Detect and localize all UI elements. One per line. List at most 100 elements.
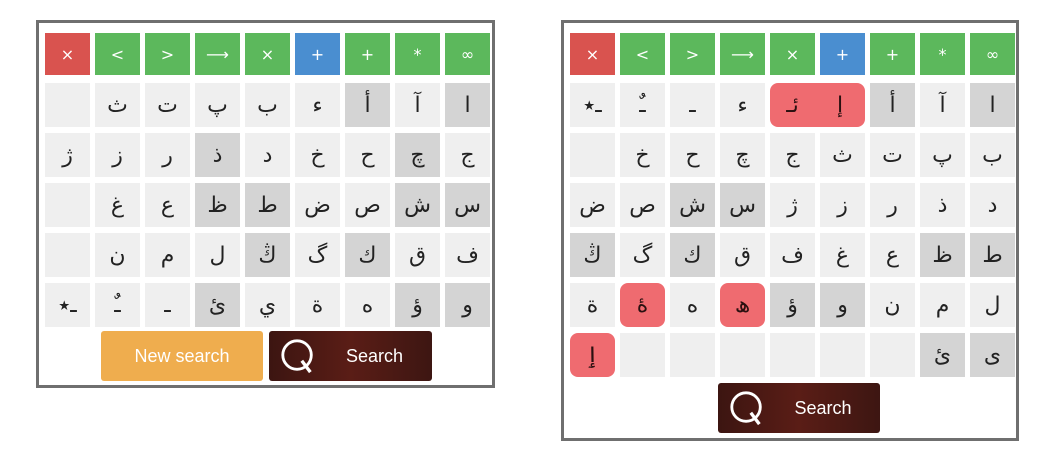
letter-key[interactable]: ـ	[670, 83, 715, 127]
remove-button[interactable]: ×	[245, 33, 290, 75]
letter-key[interactable]: ض	[570, 183, 615, 227]
letter-key[interactable]: ذ	[920, 183, 965, 227]
letter-key[interactable]: م	[920, 283, 965, 327]
letter-key[interactable]: پ	[195, 83, 240, 127]
letter-key[interactable]: ٳ	[570, 333, 615, 377]
letter-key[interactable]: ه	[345, 283, 390, 327]
letter-key[interactable]: چ	[395, 133, 440, 177]
letter-key[interactable]: خ	[295, 133, 340, 177]
letter-key[interactable]: ة	[295, 283, 340, 327]
letter-key[interactable]: ل	[970, 283, 1015, 327]
letter-key[interactable]: ر	[870, 183, 915, 227]
letter-key[interactable]: گ	[620, 233, 665, 277]
letter-key[interactable]: ؤ	[395, 283, 440, 327]
letter-key[interactable]: ص	[345, 183, 390, 227]
letter-key[interactable]: ث	[820, 133, 865, 177]
letter-key[interactable]: و	[820, 283, 865, 327]
next-button[interactable]: >	[145, 33, 190, 75]
letter-key[interactable]: ع	[870, 233, 915, 277]
letter-key[interactable]: ق	[395, 233, 440, 277]
new-search-button[interactable]: New search	[101, 331, 263, 381]
letter-key[interactable]: د	[245, 133, 290, 177]
letter-key[interactable]: آ	[395, 83, 440, 127]
letter-key[interactable]: ل	[195, 233, 240, 277]
letter-key[interactable]: ن	[870, 283, 915, 327]
letter-key[interactable]: ف	[770, 233, 815, 277]
letter-key[interactable]: ة	[570, 283, 615, 327]
letter-key[interactable]: ء	[295, 83, 340, 127]
letter-key[interactable]: ف	[445, 233, 490, 277]
letter-key[interactable]: س	[720, 183, 765, 227]
letter-key[interactable]: ـٌ	[620, 83, 665, 127]
add-button[interactable]: +	[345, 33, 390, 75]
letter-key[interactable]: ؤ	[770, 283, 815, 327]
prev-button[interactable]: <	[620, 33, 665, 75]
any-button[interactable]: ∞	[970, 33, 1015, 75]
arrow-button[interactable]: ⟶	[720, 33, 765, 75]
letter-key[interactable]: ب	[245, 83, 290, 127]
letter-key[interactable]: خ	[620, 133, 665, 177]
letter-key[interactable]: ط	[245, 183, 290, 227]
letter-key[interactable]: ظ	[195, 183, 240, 227]
letter-key[interactable]: د	[970, 183, 1015, 227]
letter-key[interactable]: ت	[145, 83, 190, 127]
letter-key[interactable]: ا	[970, 83, 1015, 127]
letter-key[interactable]: ـ٭	[45, 283, 90, 327]
letter-key[interactable]: م	[145, 233, 190, 277]
letter-key[interactable]: ئ	[195, 283, 240, 327]
letter-key[interactable]: ژ	[770, 183, 815, 227]
letter-key[interactable]: أ	[870, 83, 915, 127]
letter-key[interactable]: ڭ	[570, 233, 615, 277]
letter-key[interactable]: ب	[970, 133, 1015, 177]
letter-key[interactable]: آ	[920, 83, 965, 127]
letter-key[interactable]: ج	[770, 133, 815, 177]
add-blue-button[interactable]: +	[295, 33, 340, 75]
letter-key[interactable]: ئ	[920, 333, 965, 377]
remove-button[interactable]: ×	[770, 33, 815, 75]
prev-button[interactable]: <	[95, 33, 140, 75]
letter-key[interactable]: ي	[245, 283, 290, 327]
clear-button[interactable]: ×	[45, 33, 90, 75]
wildcard-button[interactable]: *	[920, 33, 965, 75]
next-button[interactable]: >	[670, 33, 715, 75]
letter-key[interactable]: ـٌ	[95, 283, 140, 327]
search-button-right[interactable]: Search	[718, 383, 880, 433]
letter-key[interactable]: ز	[95, 133, 140, 177]
letter-key[interactable]: ت	[870, 133, 915, 177]
letter-key[interactable]: ق	[720, 233, 765, 277]
letter-key[interactable]: ء	[720, 83, 765, 127]
letter-key[interactable]: ك	[345, 233, 390, 277]
letter-key[interactable]: ش	[395, 183, 440, 227]
wildcard-button[interactable]: *	[395, 33, 440, 75]
add-button[interactable]: +	[870, 33, 915, 75]
letter-key[interactable]: ك	[670, 233, 715, 277]
letter-key[interactable]: ش	[670, 183, 715, 227]
arrow-button[interactable]: ⟶	[195, 33, 240, 75]
letter-key[interactable]: ن	[95, 233, 140, 277]
letter-key[interactable]: ـ٭	[570, 83, 615, 127]
letter-key[interactable]: ج	[445, 133, 490, 177]
letter-key[interactable]: ۀ	[620, 283, 665, 327]
letter-key[interactable]: ع	[145, 183, 190, 227]
letter-key[interactable]: ر	[145, 133, 190, 177]
letter-key[interactable]: ح	[670, 133, 715, 177]
search-button-left[interactable]: Search	[269, 331, 432, 381]
letter-key[interactable]: غ	[95, 183, 140, 227]
letter-key[interactable]: ذ	[195, 133, 240, 177]
letter-key[interactable]: و	[445, 283, 490, 327]
letter-key[interactable]: ڭ	[245, 233, 290, 277]
letter-key[interactable]: ث	[95, 83, 140, 127]
letter-key[interactable]: گ	[295, 233, 340, 277]
letter-key[interactable]: ژ	[45, 133, 90, 177]
letter-key[interactable]: ص	[620, 183, 665, 227]
letter-key[interactable]: ئـ	[770, 83, 815, 127]
letter-key[interactable]: ـ	[145, 283, 190, 327]
add-blue-button[interactable]: +	[820, 33, 865, 75]
letter-key[interactable]: ھ	[720, 283, 765, 327]
letter-key[interactable]: ا	[445, 83, 490, 127]
letter-key[interactable]: غ	[820, 233, 865, 277]
letter-key[interactable]: س	[445, 183, 490, 227]
letter-key[interactable]: ظ	[920, 233, 965, 277]
letter-key[interactable]: ط	[970, 233, 1015, 277]
clear-button[interactable]: ×	[570, 33, 615, 75]
